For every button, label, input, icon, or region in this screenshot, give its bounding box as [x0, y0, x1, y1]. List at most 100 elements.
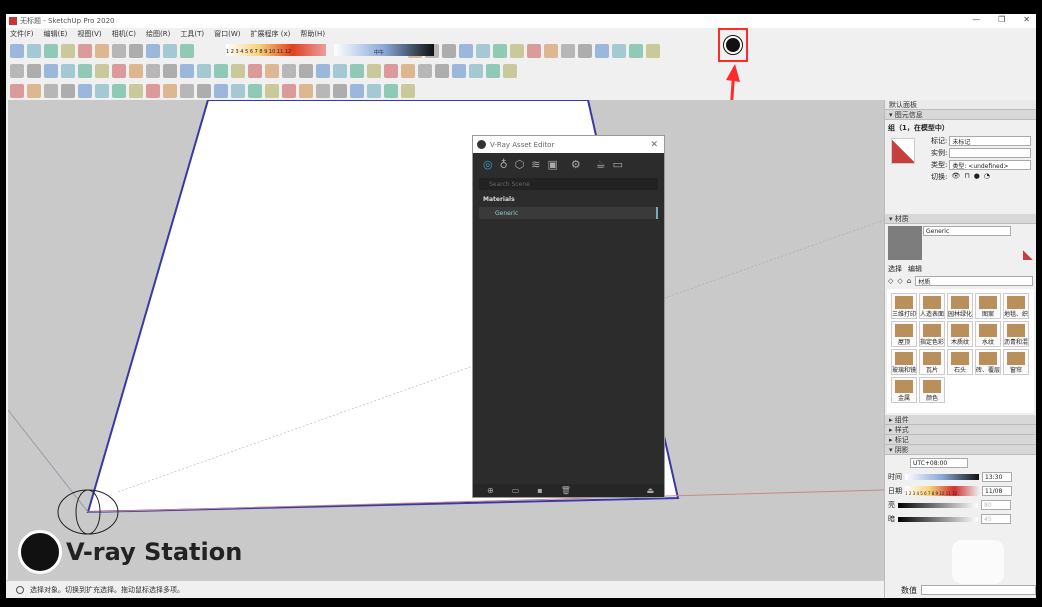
toolbar-tool-icon[interactable]	[27, 83, 41, 98]
dark-input[interactable]: 45	[981, 514, 1011, 524]
material-folder[interactable]: 颜色	[919, 377, 945, 403]
toolbar-tool-icon[interactable]	[180, 63, 194, 78]
material-folder[interactable]: 人造表面	[919, 293, 945, 319]
toolbar-tool-icon[interactable]	[629, 43, 643, 58]
material-library-dropdown[interactable]: 材质	[915, 276, 1033, 286]
collapsed-panel-header[interactable]: ▸ 组件	[885, 415, 1036, 425]
vray-asset-editor-button[interactable]	[718, 28, 748, 62]
material-folder[interactable]: 窗帘	[1003, 349, 1029, 375]
toolbar-tool-icon[interactable]	[197, 63, 211, 78]
entity-info-header[interactable]: ▾ 图元信息	[885, 110, 1036, 120]
shadow-date-slider[interactable]: 1 2 3 4 5 6 7 8 9 10 11 12	[226, 44, 326, 56]
material-folder[interactable]: 瓦片	[919, 349, 945, 375]
maximize-button[interactable]: ❐	[998, 15, 1005, 24]
toolbar-tool-icon[interactable]	[129, 43, 143, 58]
frame-buffer-icon[interactable]: ▭	[613, 158, 623, 171]
toolbar-tool-icon[interactable]	[401, 63, 415, 78]
tag-dropdown[interactable]: 未标记	[949, 136, 1031, 146]
toolbar-tool-icon[interactable]	[493, 43, 507, 58]
toolbar-tool-icon[interactable]	[282, 83, 296, 98]
open-folder-icon[interactable]: ▭	[512, 486, 520, 495]
toolbar-tool-icon[interactable]	[112, 83, 126, 98]
menu-edit[interactable]: 编辑(E)	[44, 29, 68, 39]
toolbar-tool-icon[interactable]	[367, 83, 381, 98]
toolbar-tool-icon[interactable]	[299, 83, 313, 98]
toolbar-tool-icon[interactable]	[27, 43, 41, 58]
toolbar-tool-icon[interactable]	[476, 43, 490, 58]
menu-window[interactable]: 窗口(W)	[214, 29, 240, 39]
material-folder[interactable]: 指定色彩	[919, 321, 945, 347]
tab-select[interactable]: 选择	[888, 264, 902, 275]
toolbar-tool-icon[interactable]	[146, 63, 160, 78]
material-folder[interactable]: 砖、覆层	[975, 349, 1001, 375]
light-slider[interactable]	[898, 502, 978, 508]
3d-viewport[interactable]: V-ray Station	[8, 100, 884, 580]
toolbar-tool-icon[interactable]	[197, 83, 211, 98]
toolbar-tool-icon[interactable]	[163, 83, 177, 98]
menu-camera[interactable]: 相机(C)	[112, 29, 136, 39]
lights-tab-icon[interactable]: ♁	[500, 158, 508, 171]
collapsed-panel-header[interactable]: ▸ 样式	[885, 425, 1036, 435]
toolbar-tool-icon[interactable]	[95, 83, 109, 98]
toolbar-tool-icon[interactable]	[214, 63, 228, 78]
material-list-item[interactable]: Generic	[479, 207, 658, 219]
back-icon[interactable]: ◇	[888, 277, 893, 285]
receive-shadow-icon[interactable]: ◔	[984, 172, 990, 182]
toolbar-tool-icon[interactable]	[78, 43, 92, 58]
toolbar-tool-icon[interactable]	[231, 63, 245, 78]
menu-help[interactable]: 帮助(H)	[300, 29, 325, 39]
geometry-tab-icon[interactable]: ⬡	[515, 158, 525, 171]
tab-edit[interactable]: 编辑	[908, 264, 922, 275]
toolbar-tool-icon[interactable]	[350, 83, 364, 98]
default-material-icon[interactable]	[1023, 250, 1033, 260]
toolbar-tool-icon[interactable]	[435, 63, 449, 78]
date-slider[interactable]: 1 2 3 4 5 6 7 8 9 10 11 12	[905, 486, 979, 496]
toolbar-tool-icon[interactable]	[95, 43, 109, 58]
toolbar-tool-icon[interactable]	[333, 83, 347, 98]
material-folder[interactable]: 屋顶	[891, 321, 917, 347]
toolbar-tool-icon[interactable]	[214, 83, 228, 98]
dialog-close-button[interactable]: ✕	[650, 140, 658, 150]
render-elements-tab-icon[interactable]: ▣	[548, 158, 558, 171]
add-material-icon[interactable]: ⊕	[487, 486, 494, 495]
menu-view[interactable]: 视图(V)	[77, 29, 101, 39]
toolbar-tool-icon[interactable]	[486, 63, 500, 78]
toolbar-tool-icon[interactable]	[333, 63, 347, 78]
material-folder[interactable]: 地毯、织	[1003, 293, 1029, 319]
time-slider[interactable]	[905, 474, 979, 480]
toolbar-tool-icon[interactable]	[561, 43, 575, 58]
toolbar-tool-icon[interactable]	[27, 63, 41, 78]
date-input[interactable]: 11/08	[982, 486, 1012, 496]
toolbar-tool-icon[interactable]	[61, 83, 75, 98]
toolbar-tool-icon[interactable]	[282, 63, 296, 78]
purge-icon[interactable]: ⏏	[646, 486, 654, 495]
forward-icon[interactable]: ◇	[897, 277, 902, 285]
toolbar-tool-icon[interactable]	[146, 83, 160, 98]
material-name-input[interactable]: Generic	[923, 226, 1011, 236]
toolbar-tool-icon[interactable]	[510, 43, 524, 58]
video-play-overlay-icon[interactable]	[952, 540, 1004, 584]
toolbar-tool-icon[interactable]	[95, 63, 109, 78]
material-folder[interactable]: 沥青和混	[1003, 321, 1029, 347]
menu-file[interactable]: 文件(F)	[10, 29, 34, 39]
menu-draw[interactable]: 绘图(R)	[146, 29, 170, 39]
toolbar-tool-icon[interactable]	[112, 63, 126, 78]
save-icon[interactable]: ▪	[537, 486, 542, 495]
material-folder[interactable]: 园林绿化	[947, 293, 973, 319]
toolbar-tool-icon[interactable]	[316, 63, 330, 78]
timezone-dropdown[interactable]: UTC+08:00	[910, 458, 968, 468]
shadows-header[interactable]: ▾ 阴影	[885, 445, 1036, 455]
toolbar-tool-icon[interactable]	[163, 63, 177, 78]
toolbar-tool-icon[interactable]	[248, 83, 262, 98]
toolbar-tool-icon[interactable]	[503, 63, 517, 78]
toolbar-tool-icon[interactable]	[316, 83, 330, 98]
material-folder[interactable]: 图案	[975, 293, 1001, 319]
material-folder[interactable]: 石头	[947, 349, 973, 375]
toolbar-tool-icon[interactable]	[61, 43, 75, 58]
toolbar-tool-icon[interactable]	[595, 43, 609, 58]
shadow-time-slider[interactable]: 中午	[334, 44, 434, 56]
toolbar-tool-icon[interactable]	[146, 43, 160, 58]
close-button[interactable]: ✕	[1023, 15, 1030, 24]
materials-tab-icon[interactable]: ◎	[483, 158, 493, 171]
instance-input[interactable]	[949, 148, 1031, 158]
